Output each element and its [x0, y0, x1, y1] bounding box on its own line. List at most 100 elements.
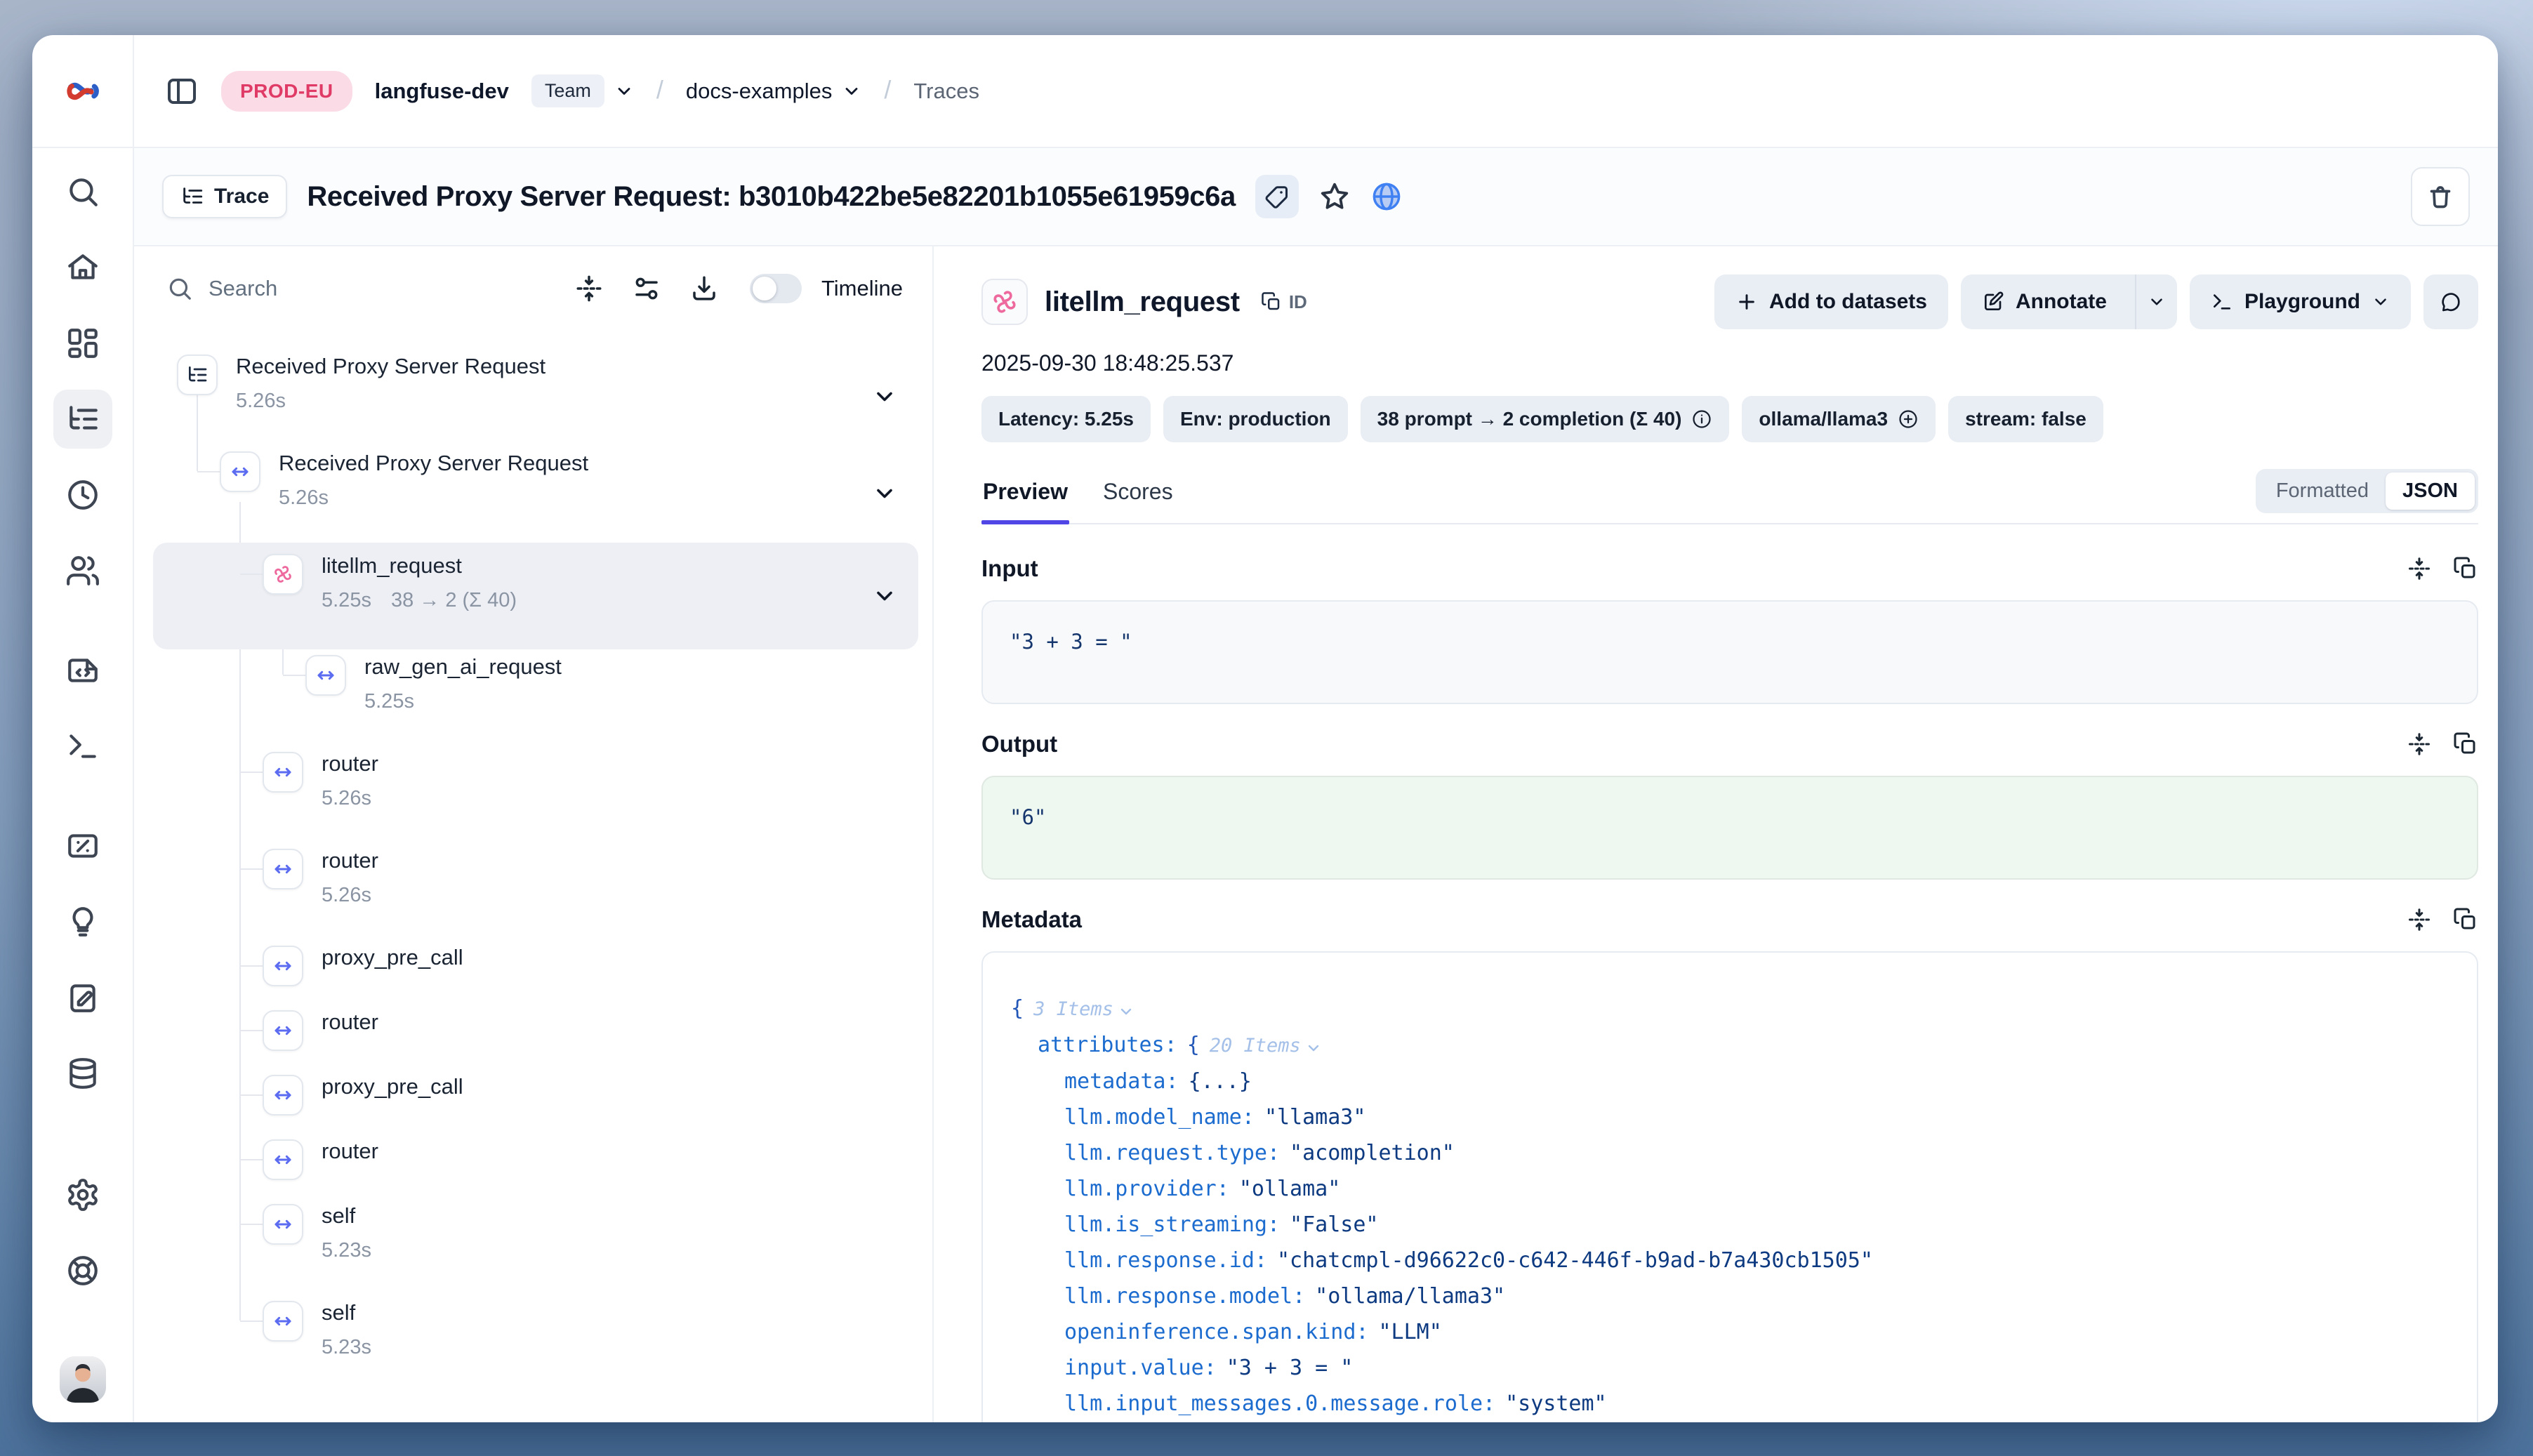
tab-preview[interactable]: Preview [981, 479, 1069, 523]
json-value: "system" [1505, 1386, 1607, 1422]
bookmark-star-button[interactable] [1318, 180, 1351, 213]
sidebar-toggle-icon[interactable] [165, 74, 199, 108]
json-value: "ollama/llama3" [1315, 1278, 1505, 1314]
tree-connector-stub [240, 1030, 263, 1031]
breadcrumb-bar: PROD-EU langfuse-dev Team / docs-example… [134, 35, 2498, 148]
tag-icon [1264, 184, 1290, 209]
add-to-datasets-button[interactable]: Add to datasets [1714, 274, 1948, 329]
format-option-formatted[interactable]: Formatted [2259, 472, 2386, 510]
observation-metrics: 5.26s [322, 787, 918, 810]
json-value: "acompletion" [1290, 1135, 1455, 1171]
trace-type-badge[interactable]: Trace [162, 175, 287, 218]
tree-row[interactable]: self 5.23s [153, 1198, 918, 1295]
datasets-database-icon[interactable] [65, 1055, 101, 1092]
dashboard-icon[interactable] [65, 325, 101, 362]
metadata-badge[interactable]: Latency: 5.25s [981, 396, 1151, 442]
chevron-down-icon[interactable] [872, 481, 897, 506]
support-lifebuoy-icon[interactable] [65, 1252, 101, 1289]
copy-icon[interactable] [2453, 556, 2478, 581]
tree-row[interactable]: Received Proxy Server Request 5.26s [153, 446, 918, 543]
search-field[interactable] [166, 275, 557, 302]
user-avatar[interactable] [60, 1356, 106, 1403]
home-icon[interactable] [65, 249, 101, 286]
copy-icon[interactable] [2453, 732, 2478, 757]
search-icon [166, 275, 193, 302]
json-row: openinference.span.kind "LLM" [1011, 1314, 2449, 1350]
observation-label: self [322, 1204, 918, 1228]
tree-row[interactable]: self 5.23s [153, 1295, 918, 1392]
tree-row[interactable]: proxy_pre_call [153, 940, 918, 1005]
json-row: llm.is_streaming "False" [1011, 1207, 2449, 1243]
json-value: "llama3" [1264, 1099, 1366, 1135]
json-row: llm.input_messages.0.message.role "syste… [1011, 1386, 2449, 1422]
format-option-json[interactable]: JSON [2386, 472, 2475, 510]
tab-scores[interactable]: Scores [1102, 479, 1175, 523]
playground-terminal-icon[interactable] [65, 728, 101, 765]
settings-gear-icon[interactable] [65, 1177, 101, 1213]
tag-button[interactable] [1255, 175, 1299, 218]
observation-type-icon [263, 849, 303, 889]
json-items-hint[interactable]: 3 Items [1033, 991, 1135, 1027]
collapse-vertical-icon[interactable] [2407, 556, 2432, 581]
metadata-badge[interactable]: 38 prompt → 2 completion (Σ 40) [1361, 396, 1730, 442]
public-globe-button[interactable] [1370, 180, 1403, 213]
download-icon [689, 274, 719, 303]
tree-row[interactable]: router 5.26s [153, 843, 918, 940]
collapse-all-button[interactable] [574, 274, 604, 303]
org-switcher[interactable]: Team [531, 74, 634, 107]
metadata-badge[interactable]: ollama/llama3 [1742, 396, 1936, 442]
page-name[interactable]: Traces [913, 79, 979, 104]
tree-row[interactable]: router 5.26s [153, 746, 918, 843]
json-key: llm.response.id [1064, 1243, 1277, 1278]
json-items-hint[interactable]: 20 Items [1210, 1028, 1322, 1064]
collapse-vertical-icon[interactable] [2407, 732, 2432, 757]
prompts-file-code-icon[interactable] [65, 652, 101, 689]
tree-row[interactable]: router [153, 1005, 918, 1069]
tree-row[interactable]: Received Proxy Server Request 5.26s [153, 349, 918, 446]
json-row: llm.response.model "ollama/llama3" [1011, 1278, 2449, 1314]
tree-row[interactable]: proxy_pre_call [153, 1069, 918, 1134]
users-icon[interactable] [65, 552, 101, 589]
format-toggle: Formatted JSON [2256, 469, 2478, 513]
collapse-vertical-icon[interactable] [2407, 907, 2432, 932]
tracing-tree-icon[interactable] [53, 390, 112, 449]
playground-button[interactable]: Playground [2190, 274, 2411, 329]
delete-trace-button[interactable] [2411, 167, 2470, 226]
breadcrumb-separator: / [884, 75, 891, 105]
observation-label: proxy_pre_call [322, 946, 918, 969]
tree-row[interactable]: litellm_request 5.25s38 → 2 (Σ 40) [153, 543, 918, 649]
annotation-clipboard-icon[interactable] [65, 979, 101, 1016]
badge-icon [1898, 409, 1919, 430]
observation-metrics: 5.25s38 → 2 (Σ 40) [322, 589, 918, 612]
search-icon[interactable] [65, 173, 101, 210]
chevron-down-icon[interactable] [872, 583, 897, 609]
search-input[interactable] [209, 276, 557, 301]
evaluation-percent-icon[interactable] [65, 828, 101, 864]
annotate-button[interactable]: Annotate [1961, 274, 2177, 329]
sessions-clock-icon[interactable] [65, 477, 101, 513]
comment-button[interactable] [2423, 274, 2478, 329]
annotate-main[interactable]: Annotate [1961, 274, 2124, 329]
terminal-icon [2211, 291, 2233, 313]
trace-title: Received Proxy Server Request: b3010b422… [307, 181, 1235, 213]
lightbulb-icon[interactable] [65, 904, 101, 940]
json-row: metadata {...} [1011, 1064, 2449, 1099]
langfuse-logo[interactable] [32, 35, 133, 148]
copy-icon[interactable] [2453, 907, 2478, 932]
project-name: docs-examples [686, 79, 832, 104]
copy-id-button[interactable]: ID [1261, 291, 1307, 313]
metadata-badge[interactable]: stream: false [1948, 396, 2103, 442]
chevron-down-icon [614, 81, 634, 101]
metadata-badge[interactable]: Env: production [1163, 396, 1348, 442]
timeline-toggle[interactable] [750, 274, 802, 303]
project-switcher[interactable]: docs-examples [686, 79, 861, 104]
tree-row[interactable]: router [153, 1134, 918, 1198]
tree-row[interactable]: raw_gen_ai_request 5.25s [153, 649, 918, 746]
chevron-down-icon[interactable] [872, 384, 897, 409]
tree-settings-button[interactable] [632, 274, 661, 303]
observation-metrics: 5.23s [322, 1239, 918, 1262]
json-key: llm.is_streaming [1064, 1207, 1290, 1243]
annotate-dropdown[interactable] [2135, 274, 2177, 329]
download-button[interactable] [689, 274, 719, 303]
org-name[interactable]: langfuse-dev [375, 79, 509, 104]
